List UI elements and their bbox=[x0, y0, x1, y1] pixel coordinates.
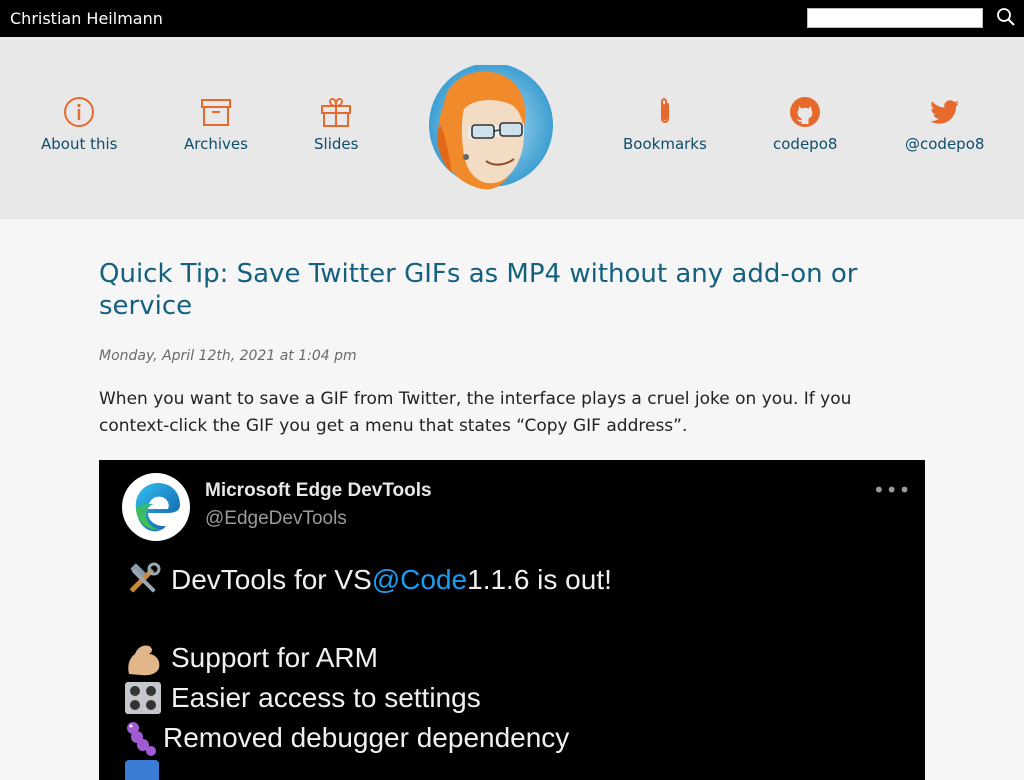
post-content: Quick Tip: Save Twitter GIFs as MP4 with… bbox=[99, 258, 925, 440]
nav-twitter-label: @codepo8 bbox=[905, 135, 985, 153]
site-title[interactable]: Christian Heilmann bbox=[10, 9, 163, 28]
tweet-line-5-partial bbox=[123, 758, 171, 780]
info-icon bbox=[62, 95, 96, 129]
tweet-line-3-text: Easier access to settings bbox=[171, 682, 481, 713]
post-title[interactable]: Quick Tip: Save Twitter GIFs as MP4 with… bbox=[99, 258, 925, 322]
nav-github-label: codepo8 bbox=[773, 135, 838, 153]
more-options-icon: ••• bbox=[873, 478, 912, 502]
tweet-line-1-prefix: DevTools for VS bbox=[171, 564, 372, 595]
tweet-author-handle: @EdgeDevTools bbox=[205, 508, 347, 529]
archive-box-icon bbox=[199, 95, 233, 129]
hammer-wrench-icon bbox=[129, 562, 161, 593]
tweet-line-1: DevTools for VS @Code 1.1.6 is out! bbox=[123, 562, 612, 598]
tweet-line-4-text: Removed debugger dependency bbox=[163, 722, 570, 753]
tweet-author-name: Microsoft Edge DevTools bbox=[205, 480, 432, 501]
nav-twitter[interactable]: @codepo8 bbox=[905, 95, 984, 153]
nav-github[interactable]: codepo8 bbox=[773, 95, 837, 153]
tweet-line-2-text: Support for ARM bbox=[171, 642, 378, 673]
control-knobs-icon bbox=[125, 682, 161, 714]
gift-icon bbox=[319, 95, 353, 129]
avatar[interactable] bbox=[424, 63, 554, 195]
paperclip-icon bbox=[648, 95, 682, 129]
edge-logo-icon bbox=[122, 473, 190, 541]
search-icon bbox=[997, 8, 1015, 26]
nav-bookmarks[interactable]: Bookmarks bbox=[623, 95, 707, 153]
tweet-line-1-suffix: 1.1.6 is out! bbox=[467, 564, 612, 595]
post-date: Monday, April 12th, 2021 at 1:04 pm bbox=[99, 348, 357, 364]
nav-archives[interactable]: Archives bbox=[184, 95, 248, 153]
nav-bookmarks-label: Bookmarks bbox=[623, 135, 707, 153]
top-bar: Christian Heilmann bbox=[0, 0, 1024, 37]
post-intro: When you want to save a GIF from Twitter… bbox=[99, 389, 852, 436]
tweet-line-4: Removed debugger dependency bbox=[123, 720, 569, 756]
bug-icon bbox=[127, 722, 156, 756]
nav-slides[interactable]: Slides bbox=[314, 95, 358, 153]
main-nav: About this Archives Slides Bookmarks cod… bbox=[0, 37, 1024, 219]
twitter-icon bbox=[928, 95, 962, 129]
tweet-line-3: Easier access to settings bbox=[123, 680, 481, 716]
tweet-embed-image[interactable]: Microsoft Edge DevTools @EdgeDevTools ••… bbox=[99, 460, 925, 780]
github-icon bbox=[788, 95, 822, 129]
blue-square-icon bbox=[125, 760, 159, 780]
tweet-line-2: Support for ARM bbox=[123, 640, 378, 676]
flexed-biceps-icon bbox=[128, 645, 160, 676]
search-input[interactable] bbox=[807, 8, 983, 28]
tweet-mention-code: @Code bbox=[371, 564, 468, 595]
nav-about[interactable]: About this bbox=[41, 95, 118, 153]
nav-about-label: About this bbox=[41, 135, 118, 153]
nav-archives-label: Archives bbox=[184, 135, 248, 153]
search-button[interactable] bbox=[995, 6, 1017, 28]
nav-slides-label: Slides bbox=[314, 135, 359, 153]
